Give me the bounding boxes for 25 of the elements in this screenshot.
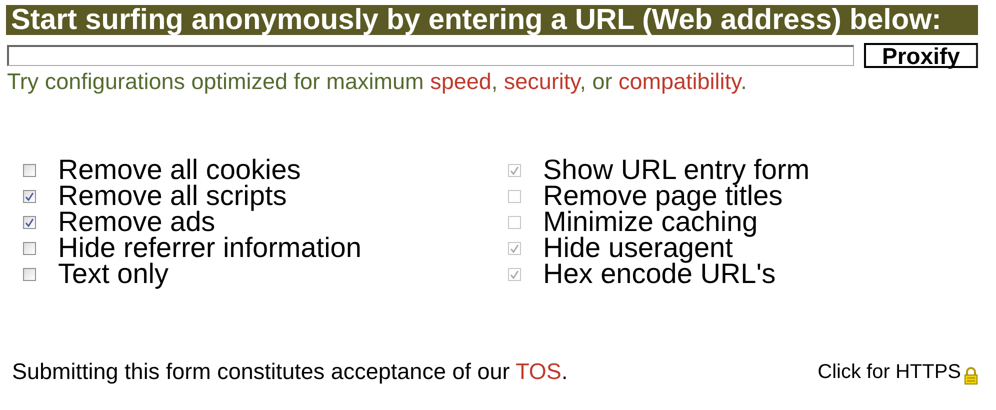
tos-link[interactable]: TOS bbox=[516, 359, 562, 384]
padlock-icon bbox=[964, 367, 978, 385]
option-label: Hide referrer information bbox=[58, 235, 362, 261]
option-label: Remove all scripts bbox=[58, 183, 287, 209]
checkbox[interactable] bbox=[23, 268, 36, 280]
option-label: Hex encode URL's bbox=[543, 261, 776, 287]
config-link[interactable]: speed bbox=[430, 69, 492, 94]
option-label: Show URL entry form bbox=[543, 157, 810, 183]
checkbox[interactable] bbox=[23, 242, 36, 254]
proxify-button[interactable]: Proxify bbox=[864, 43, 978, 68]
option-label: Hide useragent bbox=[543, 235, 733, 261]
option-label: Remove all cookies bbox=[58, 157, 301, 183]
header-title: Start surfing anonymously by entering a URL (Web address) below: bbox=[6, 5, 978, 35]
option-label: Text only bbox=[58, 261, 168, 287]
config-hint: Try configurations optimized for maximum speed, security, or compatibility. bbox=[7, 69, 748, 95]
option-label: Remove ads bbox=[58, 209, 216, 235]
option-label: Remove page titles bbox=[543, 183, 783, 209]
tos-notice: Submitting this form constitutes acceptance of our TOS. bbox=[12, 359, 568, 385]
checkbox[interactable] bbox=[23, 216, 36, 228]
url-input[interactable] bbox=[7, 45, 854, 66]
https-link[interactable]: Click for HTTPS bbox=[818, 359, 961, 385]
checkbox[interactable] bbox=[23, 190, 36, 202]
config-link[interactable]: compatibility bbox=[618, 69, 741, 94]
checkbox[interactable] bbox=[23, 164, 36, 176]
config-link[interactable]: security bbox=[504, 69, 580, 94]
